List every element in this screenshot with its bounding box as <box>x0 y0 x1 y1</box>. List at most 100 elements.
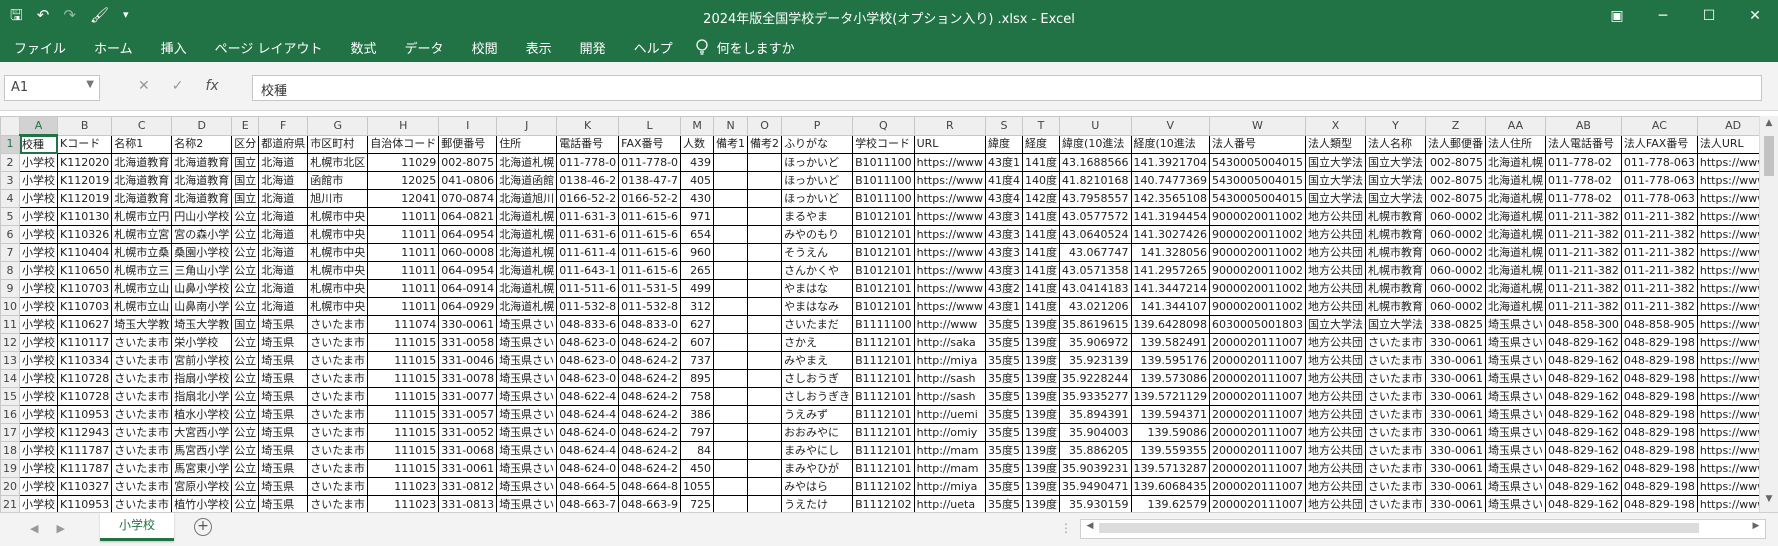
cell[interactable]: さいたま市 <box>1364 477 1426 496</box>
cell[interactable]: ふりがな <box>781 134 854 154</box>
cell[interactable]: 142度 <box>1022 189 1061 208</box>
cell[interactable]: 緯度(10進法 <box>1059 134 1132 154</box>
cell[interactable]: 35度5 <box>985 351 1024 370</box>
cell[interactable]: 指扇北小学 <box>171 387 233 406</box>
cell[interactable]: さしおうぎ <box>781 369 854 388</box>
cell[interactable]: 埼玉県さい <box>1484 441 1546 460</box>
cell[interactable]: 埼玉県さい <box>496 423 558 442</box>
sheet-next-icon[interactable]: ▶ <box>56 522 64 535</box>
cell[interactable]: 330-0061 <box>438 315 498 334</box>
cell[interactable]: https://www <box>913 297 987 316</box>
cell[interactable]: 緯度 <box>985 134 1024 154</box>
cell[interactable]: 43度2 <box>985 279 1024 298</box>
cell[interactable]: 139度 <box>1022 423 1061 442</box>
cell[interactable]: 2000020111007 <box>1209 405 1306 424</box>
cell[interactable]: 12025 <box>367 171 440 190</box>
cell[interactable]: 北海道札幌 <box>1484 189 1546 208</box>
cell[interactable]: 北海道 <box>258 153 309 172</box>
cell[interactable]: 048-623-0 <box>556 369 620 388</box>
cell[interactable]: 9000020011002 <box>1209 279 1306 298</box>
cell[interactable]: 札幌市北区 <box>307 153 369 172</box>
row-header[interactable]: 12 <box>0 333 20 352</box>
cell[interactable]: 048-624-2 <box>618 387 682 406</box>
cell[interactable]: 国立大学法 <box>1304 153 1366 172</box>
cell[interactable]: 331-0061 <box>438 459 498 478</box>
cell[interactable]: K110334 <box>56 351 113 370</box>
cell[interactable]: 区分 <box>231 134 260 154</box>
cell[interactable]: https://www <box>1696 351 1760 370</box>
cell[interactable]: 地方公共団 <box>1304 387 1366 406</box>
cell[interactable] <box>747 279 783 298</box>
cell[interactable]: URL <box>913 134 987 154</box>
cell[interactable] <box>713 297 749 316</box>
cell[interactable]: 地方公共団 <box>1304 441 1366 460</box>
cell[interactable]: 011-211-382 <box>1544 243 1622 262</box>
cell[interactable]: 植竹小学校 <box>171 495 233 512</box>
cell[interactable]: 馬宮東小学 <box>171 459 233 478</box>
cell[interactable] <box>713 405 749 424</box>
cell[interactable]: 064-0914 <box>438 279 498 298</box>
cell[interactable]: K110953 <box>56 405 113 424</box>
cell[interactable]: K110327 <box>56 477 113 496</box>
cell[interactable]: K112943 <box>56 423 113 442</box>
cell[interactable]: 330-0061 <box>1424 477 1486 496</box>
tab-splitter-icon[interactable]: ⋮ <box>1060 521 1072 535</box>
row-header[interactable]: 3 <box>0 171 20 190</box>
cell[interactable]: 6030005001803 <box>1209 315 1306 334</box>
cell[interactable]: http://miya <box>913 477 987 496</box>
cell[interactable]: 011-211-382 <box>1544 207 1622 226</box>
cell[interactable]: 439 <box>680 153 715 172</box>
cell[interactable]: 048-663-7 <box>556 495 620 512</box>
cell[interactable]: 学校コード <box>852 134 915 154</box>
cell[interactable]: 札幌市中央 <box>307 297 369 316</box>
cell[interactable]: 法人URL <box>1696 134 1760 154</box>
cell[interactable]: 41.8210168 <box>1059 171 1132 190</box>
cell[interactable]: 048-624-2 <box>618 405 682 424</box>
cell[interactable]: 札幌市中央 <box>307 261 369 280</box>
cell[interactable]: 011-532-8 <box>618 297 682 316</box>
cell[interactable]: ほっかいど <box>781 153 854 172</box>
cell[interactable]: B1012101 <box>852 279 915 298</box>
column-header-f[interactable]: F <box>258 116 309 136</box>
cell[interactable]: 公立 <box>231 495 260 512</box>
cell[interactable]: 5430005004015 <box>1209 153 1306 172</box>
cell[interactable]: 758 <box>680 387 715 406</box>
cell[interactable]: 139度 <box>1022 333 1061 352</box>
cell[interactable] <box>747 441 783 460</box>
cell[interactable]: 141度 <box>1022 225 1061 244</box>
cell[interactable]: B1112101 <box>852 333 915 352</box>
cell[interactable]: 330-0061 <box>1424 495 1486 512</box>
close-button[interactable]: ✕ <box>1732 0 1778 32</box>
cell[interactable]: 139.6428098 <box>1130 315 1211 334</box>
cell[interactable]: 国立大学法 <box>1364 189 1426 208</box>
cell[interactable]: http://miya <box>913 351 987 370</box>
cell[interactable]: 北海道札幌 <box>1484 153 1546 172</box>
cell[interactable]: 43.021206 <box>1059 297 1132 316</box>
row-header[interactable]: 6 <box>0 225 20 244</box>
cell[interactable]: 330-0061 <box>1424 441 1486 460</box>
cell[interactable]: 11029 <box>367 153 440 172</box>
chevron-down-icon[interactable]: ▼ <box>86 79 94 90</box>
cell[interactable]: 公立 <box>231 225 260 244</box>
cell[interactable] <box>713 225 749 244</box>
cell[interactable]: 450 <box>680 459 715 478</box>
cell[interactable] <box>747 261 783 280</box>
cell[interactable] <box>713 153 749 172</box>
cell[interactable]: 048-829-198 <box>1620 441 1698 460</box>
cell[interactable]: 35.894391 <box>1059 405 1132 424</box>
cell[interactable]: 国立大学法 <box>1364 153 1426 172</box>
cell[interactable]: 地方公共団 <box>1304 297 1366 316</box>
scroll-left-icon[interactable]: ◀ <box>1083 521 1097 531</box>
cell[interactable]: 048-829-198 <box>1620 351 1698 370</box>
cell[interactable]: https://www <box>1696 441 1760 460</box>
cell[interactable]: B1112101 <box>852 459 915 478</box>
cell[interactable]: 備考2 <box>747 134 783 154</box>
cell[interactable]: https://www <box>1696 279 1760 298</box>
cell[interactable]: 111015 <box>367 441 440 460</box>
scroll-up-icon[interactable]: ▲ <box>1760 118 1778 134</box>
cell[interactable]: 141.344107 <box>1130 297 1211 316</box>
cell[interactable]: 埼玉県 <box>258 405 309 424</box>
column-header-d[interactable]: D <box>171 116 233 136</box>
cell[interactable] <box>713 261 749 280</box>
row-header[interactable]: 17 <box>0 423 20 442</box>
